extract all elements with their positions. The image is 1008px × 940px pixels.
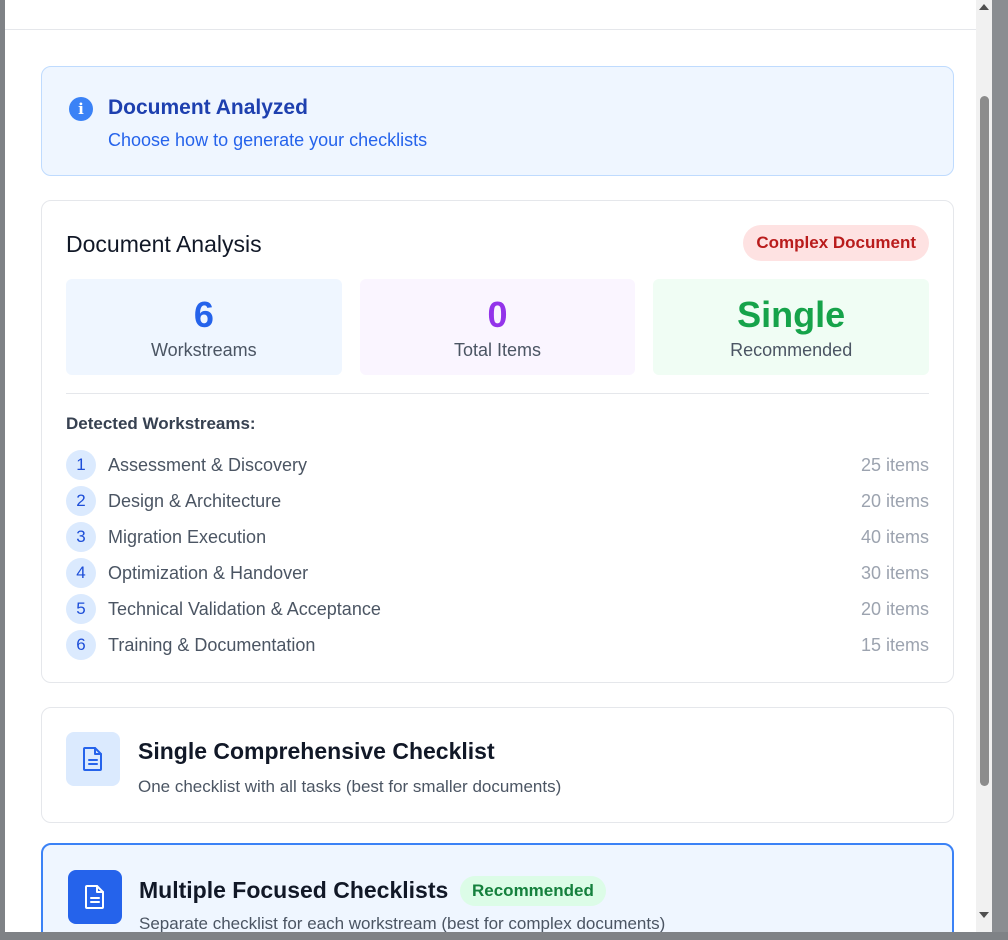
workstream-number: 4 [66,558,96,588]
workstream-item: 6 Training & Documentation 15 items [66,627,929,663]
workstream-list: 1 Assessment & Discovery 25 items 2 Desi… [66,447,929,663]
workstream-name: Optimization & Handover [108,562,309,583]
workstream-count: 20 items [860,490,929,511]
workstream-count: 40 items [860,526,929,547]
stat-value: 6 [193,294,214,335]
workstreams-heading: Detected Workstreams: [66,414,256,433]
workstream-count: 15 items [860,634,929,655]
recommended-badge: Recommended [460,876,606,906]
stat-total-items: 0 Total Items [359,279,636,375]
divider [66,393,929,394]
single-checklist-option[interactable]: Single Comprehensive Checklist One check… [41,707,954,823]
workstream-number: 1 [66,450,96,480]
option-description: Separate checklist for each workstream (… [139,914,666,932]
banner-title: Document Analyzed [108,96,308,119]
workstream-item: 5 Technical Validation & Acceptance 20 i… [66,591,929,627]
stat-value: 0 [487,294,508,335]
stat-label: Workstreams [150,340,257,360]
workstream-item: 4 Optimization & Handover 30 items [66,555,929,591]
stat-value: Single [737,294,846,335]
modal-header [5,0,992,30]
workstream-item: 1 Assessment & Discovery 25 items [66,447,929,483]
option-title: Single Comprehensive Checklist [138,738,495,764]
workstream-item: 3 Migration Execution 40 items [66,519,929,555]
info-icon: i [69,97,93,121]
workstream-count: 20 items [860,598,929,619]
stat-label: Total Items [453,340,542,360]
multiple-checklists-option[interactable]: Multiple Focused Checklists Recommended … [41,843,954,932]
workstream-count: 30 items [860,562,929,583]
vertical-scrollbar[interactable] [976,0,992,932]
workstream-count: 25 items [860,454,929,475]
workstream-number: 6 [66,630,96,660]
banner-subtitle: Choose how to generate your checklists [108,130,428,150]
workstream-number: 2 [66,486,96,516]
analysis-title: Document Analysis [66,231,262,257]
checklist-generation-modal: i Document Analyzed Choose how to genera… [5,0,992,932]
workstream-number: 5 [66,594,96,624]
workstream-item: 2 Design & Architecture 20 items [66,483,929,519]
document-icon [68,870,122,924]
background-page-bottom [0,932,1008,940]
stats-row: 6 Workstreams 0 Total Items Single Recom… [66,279,930,375]
option-title: Multiple Focused Checklists [139,877,449,903]
workstream-name: Assessment & Discovery [108,454,308,475]
scroll-down-icon[interactable] [979,912,989,918]
scrollbar-thumb[interactable] [980,96,989,786]
document-analysis-card: Document Analysis Complex Document 6 Wor… [41,200,954,683]
scroll-up-icon[interactable] [979,4,989,10]
workstream-name: Technical Validation & Acceptance [108,598,381,619]
workstream-number: 3 [66,522,96,552]
stat-recommended: Single Recommended [653,279,930,375]
workstream-name: Training & Documentation [108,634,316,655]
complexity-badge: Complex Document [743,225,929,261]
document-icon [66,732,120,786]
stat-workstreams: 6 Workstreams [66,279,342,375]
modal-content: i Document Analyzed Choose how to genera… [41,66,954,932]
workstream-name: Migration Execution [108,526,267,547]
document-analyzed-banner: i Document Analyzed Choose how to genera… [41,66,954,176]
option-description: One checklist with all tasks (best for s… [138,777,562,796]
workstream-name: Design & Architecture [108,490,282,511]
stat-label: Recommended [730,340,853,360]
